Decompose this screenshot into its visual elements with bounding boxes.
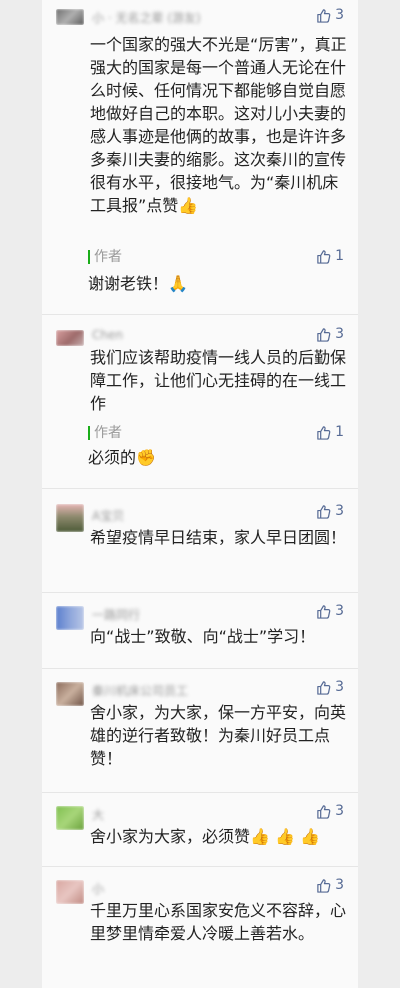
like-button[interactable]: 3 (316, 803, 344, 819)
thumbs-up-icon (317, 8, 331, 23)
username: A宝贝 (92, 509, 125, 523)
thumbs-up-icon (317, 425, 331, 440)
username: 秦川机床公司员工 (92, 684, 189, 698)
username: Chen (92, 328, 123, 342)
reply-like-button[interactable]: 1 (316, 248, 344, 264)
like-button[interactable]: 3 (316, 603, 344, 619)
like-button[interactable]: 3 (316, 7, 344, 23)
divider (42, 592, 358, 593)
like-count: 3 (335, 877, 344, 893)
comment-text: 希望疫情早日结束，家人早日团圆！ (90, 528, 347, 547)
like-button[interactable]: 3 (316, 503, 344, 519)
thumbs-up-icon (317, 504, 331, 519)
author-label: 作者 (88, 250, 122, 264)
divider (42, 314, 358, 315)
comment-text: 舍小家，为大家，保一方平安，向英雄的逆行者致敬！为秦川好员工点赞！ (90, 703, 347, 768)
comment-text: 千里万里心系国家安危义不容辞，心里梦里情牵爱人冷暖上善若水。 (90, 901, 347, 943)
like-count: 1 (335, 248, 344, 264)
divider (42, 668, 358, 669)
reply-text: 必须的✊ (88, 448, 156, 467)
thumbs-up-icon (317, 249, 331, 264)
comment-text: 舍小家为大家，必须赞👍 👍 👍 (90, 827, 320, 846)
divider (42, 488, 358, 489)
comment-text: 向“战士”致敬、向“战士”学习！ (90, 627, 316, 646)
comment-text: 一个国家的强大不光是“厉害”，真正强大的国家是每一个普通人无论在什么时候、任何情… (90, 35, 347, 215)
like-button[interactable]: 3 (316, 326, 344, 342)
avatar[interactable] (56, 606, 84, 630)
reply-like-button[interactable]: 1 (316, 424, 344, 440)
avatar[interactable] (56, 504, 84, 532)
avatar[interactable] (56, 682, 84, 706)
like-button[interactable]: 3 (316, 877, 344, 893)
reply-text: 谢谢老铁！🙏 (88, 274, 188, 293)
username: 大 (92, 808, 105, 822)
username: 小 (92, 882, 105, 896)
username: 一路同行 (92, 608, 141, 622)
comment-text: 我们应该帮助疫情一线人员的后勤保障工作，让他们心无挂碍的在一线工作 (90, 348, 347, 413)
like-count: 3 (335, 679, 344, 695)
like-count: 3 (335, 326, 344, 342)
avatar[interactable] (56, 330, 84, 346)
like-count: 1 (335, 424, 344, 440)
username: 小 · 无名之辈 (游友) (92, 11, 201, 25)
thumbs-up-icon (317, 680, 331, 695)
like-count: 3 (335, 803, 344, 819)
avatar[interactable] (56, 806, 84, 830)
author-label: 作者 (88, 426, 122, 440)
divider (42, 792, 358, 793)
thumbs-up-icon (317, 327, 331, 342)
divider (42, 866, 358, 867)
thumbs-up-icon (317, 604, 331, 619)
like-count: 3 (335, 7, 344, 23)
like-count: 3 (335, 603, 344, 619)
like-count: 3 (335, 503, 344, 519)
avatar[interactable] (56, 9, 84, 25)
like-button[interactable]: 3 (316, 679, 344, 695)
thumbs-up-icon (317, 804, 331, 819)
avatar[interactable] (56, 880, 84, 904)
thumbs-up-icon (317, 878, 331, 893)
